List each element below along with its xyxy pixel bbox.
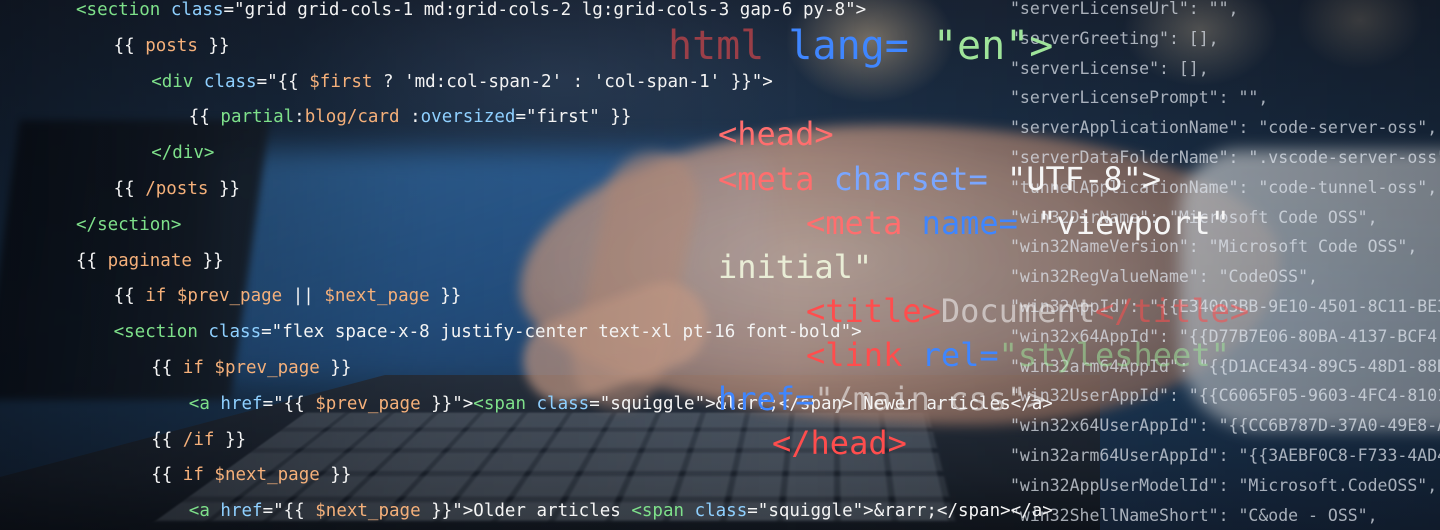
charset-value: "UTF-8"> <box>1006 160 1162 198</box>
name-attr: name= <box>921 204 1018 242</box>
hero-image: "serverLicenseUrl": "", "serverGreeting":… <box>0 0 1440 530</box>
html-code-overlay: html lang= "en"> <head> <meta charset= "… <box>0 0 1440 530</box>
link-tag: <link <box>806 336 903 374</box>
meta-charset-line: <meta charset= "UTF-8"> <box>718 159 1161 199</box>
href-attr: href= <box>718 380 815 418</box>
meta-tag: <meta <box>718 160 815 198</box>
meta-name-tag: <meta <box>806 204 903 242</box>
link-line: <link rel="stylesheet" <box>806 335 1230 375</box>
initial-line: initial" <box>718 247 872 287</box>
rel-attr: rel= <box>921 336 999 374</box>
rel-value: "stylesheet" <box>998 336 1230 374</box>
lang-value: "en"> <box>932 23 1054 69</box>
charset-attr: charset= <box>833 160 988 198</box>
title-text: Document <box>940 292 1095 330</box>
lang-attr: lang= <box>788 23 909 69</box>
name-value: "viewport" <box>1037 204 1230 242</box>
meta-viewport-line: <meta name= "viewport" <box>806 203 1230 243</box>
title-close-tag: </title> <box>1094 292 1250 330</box>
title-open-tag: <title> <box>806 292 941 330</box>
href-line: href="/main.css"> <box>718 379 1046 419</box>
head-close-line: </head> <box>772 423 907 463</box>
href-value: "/main.css"> <box>814 380 1046 418</box>
html-tag: html <box>668 23 765 69</box>
initial-text: initial" <box>718 248 873 286</box>
head-close-tag: </head> <box>772 424 907 462</box>
head-open-tag: <head> <box>718 115 834 153</box>
head-open-line: <head> <box>718 114 834 154</box>
html-open-line: html lang= "en"> <box>668 22 1053 70</box>
title-line: <title>Document</title> <box>806 291 1249 331</box>
